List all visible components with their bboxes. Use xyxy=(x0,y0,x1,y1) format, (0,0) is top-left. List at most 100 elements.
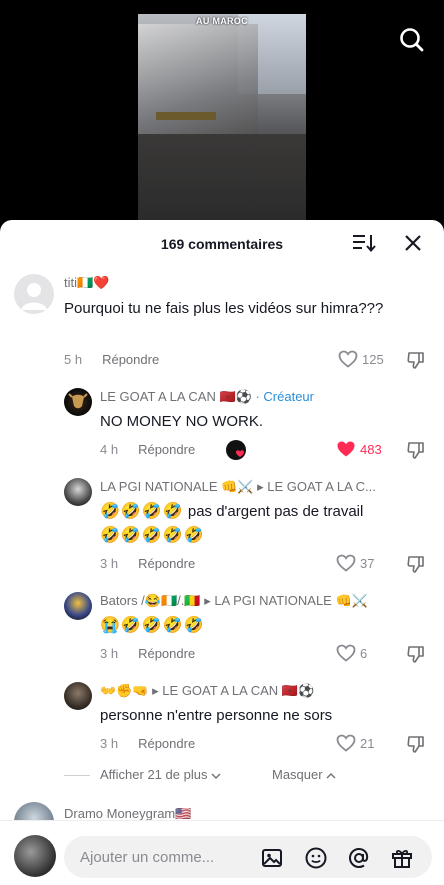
like-button[interactable]: 37 xyxy=(336,554,374,572)
avatar[interactable] xyxy=(64,478,92,506)
heart-outline-icon xyxy=(338,350,358,368)
reply-username[interactable]: LA PGI NATIONALE 👊⚔️ ▸ LE GOAT A LA C... xyxy=(100,479,376,495)
heart-outline-icon xyxy=(336,554,356,572)
reply-username[interactable]: LE GOAT A LA CAN 🇲🇦⚽ · Créateur xyxy=(100,389,314,405)
avatar[interactable] xyxy=(64,388,92,416)
avatar[interactable] xyxy=(14,274,54,314)
reply-button[interactable]: Répondre xyxy=(138,646,195,661)
like-button[interactable]: 483 xyxy=(336,440,382,458)
comment-text: Pourquoi tu ne fais plus les vidéos sur … xyxy=(64,300,384,317)
reply-meta: 3 h Répondre xyxy=(100,736,195,751)
thumbs-down-icon xyxy=(407,556,424,573)
avatar[interactable] xyxy=(64,682,92,710)
like-count: 6 xyxy=(360,645,368,661)
hide-replies-button[interactable]: Masquer xyxy=(272,767,336,782)
mention-button[interactable] xyxy=(347,846,371,870)
reply-button[interactable]: Répondre xyxy=(138,442,195,457)
avatar[interactable] xyxy=(64,592,92,620)
reply-text-content: pas d'argent pas de travail xyxy=(187,503,364,520)
gift-icon xyxy=(392,849,412,868)
reply-meta: 3 h Répondre xyxy=(100,556,195,571)
dislike-button[interactable] xyxy=(406,350,426,375)
search-icon xyxy=(400,28,424,52)
reply-time: 3 h xyxy=(100,646,119,661)
reply-text: personne n'entre personne ne sors xyxy=(100,707,333,724)
reply-text: 🤣🤣🤣🤣 pas d'argent pas de travail 🤣🤣🤣🤣🤣 xyxy=(100,500,430,548)
show-more-label[interactable]: Afficher 21 de plus xyxy=(100,767,207,782)
reply-button[interactable]: Répondre xyxy=(138,556,195,571)
chevron-up-icon xyxy=(326,772,336,779)
dislike-button[interactable] xyxy=(406,554,426,579)
reply-time: 3 h xyxy=(100,736,119,751)
image-button[interactable] xyxy=(260,846,284,870)
reply-time: 3 h xyxy=(100,556,119,571)
dislike-button[interactable] xyxy=(406,440,426,465)
reply-time: 4 h xyxy=(100,442,119,457)
comments-sheet: 169 commentaires titi🇨🇮❤️ Pourquoi tu ne… xyxy=(0,220,444,885)
reply-emojis: 😭🤣🤣🤣🤣 xyxy=(100,617,205,634)
reply-text: 😭🤣🤣🤣🤣 xyxy=(100,614,400,638)
creator-liked-avatar xyxy=(226,440,246,460)
sort-icon xyxy=(353,235,376,253)
heart-filled-icon xyxy=(337,441,355,457)
thumb-road xyxy=(138,134,306,220)
thumbs-down-icon xyxy=(407,442,424,459)
like-count: 37 xyxy=(360,555,375,571)
reply-emojis: 🤣🤣🤣🤣🤣 xyxy=(100,527,205,544)
comment-meta: 5 h Répondre xyxy=(64,352,159,367)
comment-username[interactable]: titi🇨🇮❤️ xyxy=(64,275,109,291)
thumbs-down-icon xyxy=(407,352,424,369)
like-button[interactable]: 125 xyxy=(338,350,384,368)
comment-input[interactable] xyxy=(80,836,250,878)
thread-divider xyxy=(64,775,90,776)
heart-outline-icon xyxy=(336,644,356,662)
reply-item: LA PGI NATIONALE 👊⚔️ ▸ LE GOAT A LA C...… xyxy=(0,474,444,580)
like-count: 21 xyxy=(360,735,375,751)
video-thumbnail[interactable]: AU MAROC xyxy=(138,14,306,220)
at-sign-icon xyxy=(348,847,369,869)
thumbs-down-icon xyxy=(407,736,424,753)
reply-username-text[interactable]: LE GOAT A LA CAN 🇲🇦⚽ xyxy=(100,389,252,404)
heart-outline-icon xyxy=(336,734,356,752)
image-icon xyxy=(262,849,282,867)
sort-button[interactable] xyxy=(352,232,376,254)
reply-button[interactable]: Répondre xyxy=(102,352,159,367)
reply-username[interactable]: 👐✊🤜 ▸ LE GOAT A LA CAN 🇲🇦⚽ xyxy=(100,683,314,699)
close-button[interactable] xyxy=(402,232,424,254)
close-icon xyxy=(405,235,421,251)
thumb-sign xyxy=(156,112,216,120)
dislike-button[interactable] xyxy=(406,644,426,669)
search-button[interactable] xyxy=(396,24,428,56)
gift-button[interactable] xyxy=(390,846,414,870)
thumb-building xyxy=(138,24,258,144)
replies-toggle: Afficher 21 de plus Masquer xyxy=(64,765,424,785)
reply-text: NO MONEY NO WORK. xyxy=(100,413,264,430)
like-button[interactable]: 6 xyxy=(336,644,367,662)
like-button[interactable]: 21 xyxy=(336,734,374,752)
dislike-button[interactable] xyxy=(406,734,426,759)
video-preview-area[interactable]: AU MAROC xyxy=(0,0,444,230)
default-avatar-icon xyxy=(21,283,47,310)
current-user-avatar[interactable] xyxy=(14,835,56,877)
reply-username[interactable]: Bators /😂🇨🇮/.🇲🇱 ▸ LA PGI NATIONALE 👊⚔️ xyxy=(100,593,368,609)
chevron-down-icon xyxy=(211,773,221,779)
comment-composer xyxy=(0,820,444,885)
creator-badge: · Créateur xyxy=(255,389,314,404)
like-count: 483 xyxy=(360,441,382,457)
emoji-button[interactable] xyxy=(304,846,328,870)
hide-label[interactable]: Masquer xyxy=(272,767,323,782)
comment-time: 5 h xyxy=(64,352,83,367)
smiley-icon xyxy=(305,847,327,869)
small-heart-badge-icon xyxy=(236,450,244,457)
comment-input-container[interactable] xyxy=(64,836,432,878)
reply-item: Bators /😂🇨🇮/.🇲🇱 ▸ LA PGI NATIONALE 👊⚔️ 😭… xyxy=(0,588,444,670)
thumbs-down-icon xyxy=(407,646,424,663)
show-more-replies-button[interactable]: Afficher 21 de plus xyxy=(100,767,221,782)
like-count: 125 xyxy=(362,351,384,367)
comment-item: titi🇨🇮❤️ Pourquoi tu ne fais plus les vi… xyxy=(0,270,444,380)
reply-meta: 4 h Répondre xyxy=(100,442,195,457)
reply-button[interactable]: Répondre xyxy=(138,736,195,751)
comments-header: 169 commentaires xyxy=(0,220,444,266)
reply-emojis: 🤣🤣🤣🤣 xyxy=(100,503,184,520)
comment-count: 169 commentaires xyxy=(160,236,284,252)
